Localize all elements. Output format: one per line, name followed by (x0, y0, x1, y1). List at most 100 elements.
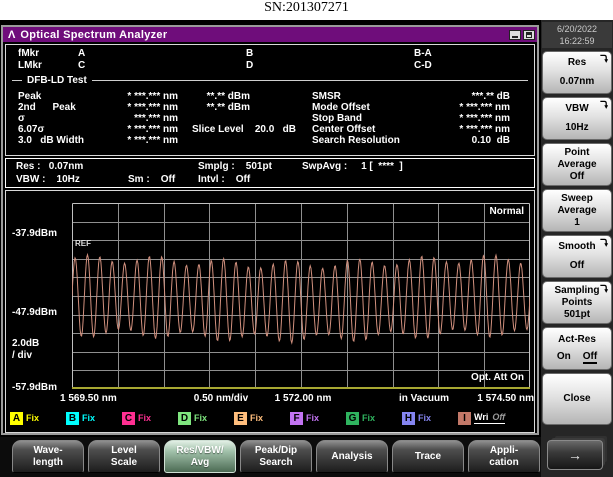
menu-res-vbw-avg[interactable]: Res/VBW/Avg (164, 440, 236, 473)
menu-level-scale[interactable]: LevelScale (88, 440, 160, 473)
status-res: Res : 0.07nm (16, 161, 83, 172)
softkey-label: 0.07nm (560, 76, 594, 88)
osa-screen: SN:201307271 Λ Optical Spectrum Analyzer… (0, 0, 613, 477)
status-vbw: VBW : 10Hz (16, 174, 80, 185)
trace-c-chip[interactable]: CFix (122, 411, 151, 425)
menu-key-list: Wave-lengthLevelScaleRes/VBW/AvgPeak/Dip… (12, 440, 540, 477)
softkey-label: Sampling (554, 285, 599, 297)
trace-mode-label: Fix (82, 413, 95, 423)
trace-letter: C (122, 412, 135, 425)
trace-e-chip[interactable]: EFix (234, 411, 263, 425)
softkey-close[interactable]: Close (542, 373, 612, 425)
trace-mode-label: Fix (194, 413, 207, 423)
marker-cell: B (246, 48, 253, 59)
softkey-list: Res0.07nmVBW10HzPointAverageOffSweepAver… (542, 51, 612, 428)
menu-label: Res/VBW/ (176, 445, 223, 457)
softkey-option-off[interactable]: Off (583, 351, 597, 364)
menu-trace[interactable]: Trace (392, 440, 464, 473)
trace-mode-label: Normal (490, 206, 524, 217)
menu-label: Level (111, 445, 137, 457)
readout-row: 6.07σ* ***.*** nmSlice Level 20.0 dBCent… (6, 124, 534, 135)
sweep-status-box: Res : 0.07nmSmplg : 501ptSwpAvg : 1 [ **… (5, 158, 535, 188)
softkey-label: Sweep (561, 193, 593, 205)
marker-row: fMkrABB-A (6, 48, 534, 60)
trace-status-bar: AFixBFixCFixDFixEFixFFixGFixHFixIWriOff (6, 411, 534, 427)
recall-arrow-icon (599, 54, 608, 63)
trace-mode-state: Off (492, 412, 505, 422)
readout-label: Mode Offset (312, 102, 370, 113)
status-row: Res : 0.07nmSmplg : 501ptSwpAvg : 1 [ **… (6, 161, 534, 174)
softkey-label: Average (557, 205, 596, 217)
softkey-sweep-average[interactable]: SweepAverage1 (542, 189, 612, 232)
trace-letter: A (10, 412, 23, 425)
trace-i-chip[interactable]: IWriOff (458, 411, 505, 425)
ref-level-label: REF (75, 239, 91, 248)
status-intvl: Intvl : Off (198, 174, 250, 185)
softkey-label: Smooth (558, 241, 595, 253)
softkey-option-on[interactable]: On (557, 351, 571, 364)
softkey-point-average[interactable]: PointAverageOff (542, 143, 612, 186)
menu-label: cation (489, 457, 518, 469)
separator-line (12, 80, 22, 81)
menu-peak-dip-search[interactable]: Peak/DipSearch (240, 440, 312, 473)
readout-value: ***.*** nm (90, 113, 178, 124)
separator-line (92, 80, 528, 81)
y-axis-scale-label: 2.0dB (12, 338, 39, 349)
y-axis-label-top: -37.9dBm (12, 228, 57, 239)
trace-d-chip[interactable]: DFix (178, 411, 207, 425)
trace-mode-label: Fix (250, 413, 263, 423)
menu-label: Analysis (331, 451, 372, 463)
readout-label: Center Offset (312, 124, 375, 135)
menu-label: Scale (111, 457, 137, 469)
softkey-label: Average (557, 159, 596, 171)
trace-h-chip[interactable]: HFix (402, 411, 431, 425)
trace-mode-label: Fix (138, 413, 151, 423)
menu-application[interactable]: Appli-cation (468, 440, 540, 473)
recall-arrow-icon (599, 284, 608, 293)
maximize-button[interactable] (523, 30, 535, 40)
softkey-act-res[interactable]: Act-ResOnOff (542, 327, 612, 370)
analysis-section-separator: DFB-LD Test (12, 74, 528, 86)
readout-label: Stop Band (312, 113, 362, 124)
readout-label: 6.07σ (18, 124, 44, 135)
softkey-res[interactable]: Res0.07nm (542, 51, 612, 94)
trace-letter: E (234, 412, 247, 425)
softkey-label: Point (565, 147, 590, 159)
readout-value: ***.** dB (410, 91, 510, 102)
readout-label: 3.0 dB Width (18, 135, 84, 146)
trace-g-chip[interactable]: GFix (346, 411, 375, 425)
minimize-icon (512, 36, 518, 38)
menu-label: length (33, 457, 63, 469)
menu-wavelength[interactable]: Wave-length (12, 440, 84, 473)
more-softkeys-button[interactable]: → (547, 440, 603, 470)
y-axis-label-mid: -47.9dBm (12, 307, 57, 318)
softkey-sampling-points[interactable]: SamplingPoints501pt (542, 281, 612, 324)
status-sm: Sm : Off (128, 174, 175, 185)
instrument-display: Λ Optical Spectrum Analyzer fMkrABB-ALMk… (0, 20, 613, 477)
readout-value: * ***.*** nm (410, 113, 510, 124)
readout-value: * ***.*** nm (410, 124, 510, 135)
readout-row: 3.0 dB Width* ***.*** nmSearch Resolutio… (6, 135, 534, 146)
trace-f-chip[interactable]: FFix (290, 411, 319, 425)
status-row: VBW : 10Hz Sm : Off Intvl : Off (6, 174, 534, 187)
readout-value: **.** dBm (156, 102, 250, 113)
trace-mode: WriOff (474, 412, 505, 424)
minimize-button[interactable] (509, 30, 521, 40)
marker-cell: C-D (414, 60, 432, 71)
trace-b-chip[interactable]: BFix (66, 411, 95, 425)
readout-value: * ***.*** nm (90, 124, 178, 135)
time-label: 16:22:59 (542, 35, 612, 47)
anritsu-logo-icon: Λ (8, 29, 15, 41)
menu-label: Appli- (490, 445, 518, 457)
trace-mode-label: Fix (418, 413, 431, 423)
trace-a-chip[interactable]: AFix (10, 411, 39, 425)
softkey-smooth[interactable]: SmoothOff (542, 235, 612, 278)
softkey-label: 1 (574, 217, 580, 229)
marker-cell: LMkr (18, 60, 42, 71)
menu-label: Search (259, 457, 292, 469)
marker-cell: B-A (414, 48, 432, 59)
readout-label: 2nd Peak (18, 102, 76, 113)
menu-analysis[interactable]: Analysis (316, 440, 388, 473)
softkey-vbw[interactable]: VBW10Hz (542, 97, 612, 140)
readout-value: **.** dBm (156, 91, 250, 102)
